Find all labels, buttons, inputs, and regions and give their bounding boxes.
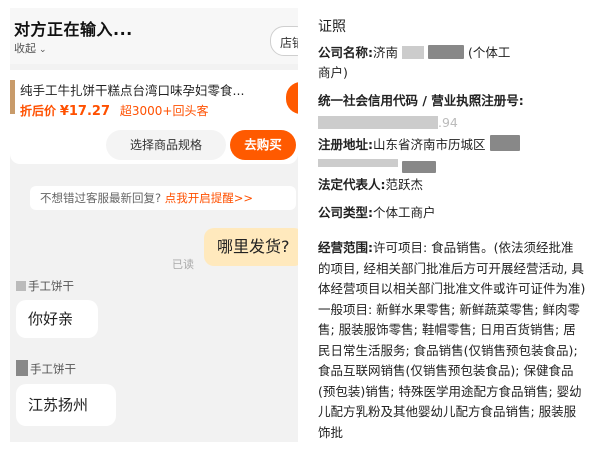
legal-rep-label: 法定代表人: (318, 177, 386, 192)
credit-code-label: 统一社会信用代码 / 营业执照注册号: (318, 93, 524, 108)
sender-name: 手工饼干 (16, 278, 74, 294)
address-row: 注册地址:山东省济南市历城区 (318, 134, 588, 156)
message-bubble-incoming: 江苏扬州 (16, 384, 116, 426)
credit-code-value: .94 (318, 112, 588, 134)
screenshot-page: 对方正在输入... 收起⌄ 店铺 纯手工牛扎饼干糕点台湾口味孕妇零食... 折后… (0, 0, 600, 450)
company-name-row: 公司名称:济南 (个体工 (318, 45, 511, 60)
chevron-down-icon: ⌄ (39, 45, 47, 55)
company-name-row-cont: 商户) (318, 65, 348, 80)
product-thumbnail (10, 80, 15, 114)
sender-name: 手工饼干 (16, 360, 76, 377)
redacted-mark (16, 281, 26, 291)
price-value: ¥17.27 (59, 104, 111, 119)
collapse-toggle[interactable]: 收起 ⌄ (14, 40, 47, 56)
redacted-mark (318, 116, 438, 129)
chat-panel: 对方正在输入... 收起⌄ 店铺 纯手工牛扎饼干糕点台湾口味孕妇零食... 折后… (10, 8, 298, 442)
notice-text: 不想错过客服最新回复? (40, 191, 162, 205)
buy-button[interactable]: 去购买 (230, 130, 296, 160)
redacted-mark (402, 46, 424, 59)
price-row: 折后价 ¥17.27 超3000+回头客 (20, 102, 208, 119)
company-type-row: 公司类型:个体工商户 (318, 205, 436, 220)
company-type-label: 公司类型: (318, 205, 373, 220)
company-name-label: 公司名称: (318, 45, 373, 60)
license-title: 证照 (318, 19, 346, 35)
business-scope: 经营范围:许可项目: 食品销售。(依法须经批准的项目, 经相关部门批准后方可开展… (318, 238, 586, 443)
send-product-button[interactable] (286, 82, 298, 114)
price-label: 折后价 (20, 104, 57, 118)
business-scope-text: 许可项目: 食品销售。(依法须经批准的项目, 经相关部门批准后方可开展经营活动,… (318, 240, 586, 440)
legal-rep-row: 法定代表人:范跃杰 (318, 177, 424, 192)
enable-reminder-link[interactable]: 点我开启提醒>> (165, 191, 253, 205)
redacted-mark (427, 45, 464, 59)
message-bubble-outgoing: 哪里发货? (204, 228, 298, 266)
redacted-mark (489, 135, 520, 151)
redacted-mark (401, 161, 436, 173)
collapse-label: 收起 (14, 42, 36, 55)
license-panel: 证照 公司名称:济南 (个体工 商户) 统一社会信用代码 / 营业执照注册号: … (318, 8, 588, 442)
redacted-mark (16, 360, 28, 376)
sales-badge: 超3000+回头客 (119, 104, 209, 118)
redacted-mark (318, 159, 398, 167)
product-name: 纯手工牛扎饼干糕点台湾口味孕妇零食... (20, 83, 245, 98)
address-label: 注册地址: (318, 137, 373, 152)
reminder-notice: 不想错过客服最新回复? 点我开启提醒>> (30, 186, 296, 210)
message-bubble-incoming: 你好亲 (16, 300, 98, 338)
chat-header: 对方正在输入... 收起⌄ 店铺 (10, 8, 298, 64)
typing-status-title: 对方正在输入... (14, 20, 133, 39)
select-spec-button[interactable]: 选择商品规格 (106, 130, 226, 160)
product-card[interactable]: 纯手工牛扎饼干糕点台湾口味孕妇零食... 折后价 ¥17.27 超3000+回头… (10, 70, 298, 164)
business-scope-label: 经营范围: (318, 240, 373, 255)
shop-button[interactable]: 店铺 (270, 26, 298, 56)
read-status: 已读 (172, 258, 194, 271)
